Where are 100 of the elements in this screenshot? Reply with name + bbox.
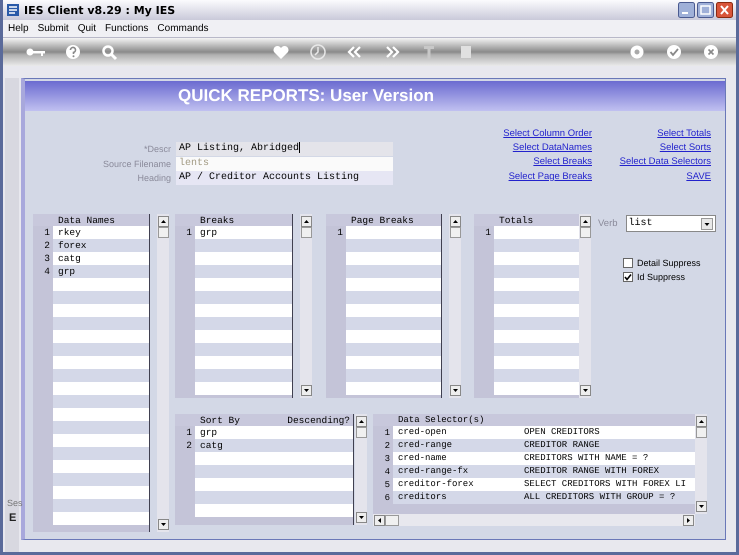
scrollbar[interactable]: [579, 214, 591, 398]
scroll-down-icon[interactable]: [450, 385, 460, 396]
list-item[interactable]: cred-name: [393, 452, 518, 465]
list-item[interactable]: creditor-forex: [393, 478, 518, 491]
scroll-down-icon[interactable]: [580, 385, 590, 396]
list-item[interactable]: [494, 252, 579, 265]
scrollbar[interactable]: [300, 214, 312, 398]
scroll-thumb[interactable]: [580, 227, 590, 238]
list-item[interactable]: [195, 278, 292, 291]
list-item[interactable]: [195, 356, 292, 369]
list-item[interactable]: [346, 317, 441, 330]
scroll-thumb[interactable]: [158, 227, 168, 238]
scroll-up-icon[interactable]: [300, 216, 312, 227]
list-item[interactable]: [346, 304, 441, 317]
link[interactable]: SAVE: [686, 170, 711, 182]
list-item[interactable]: [53, 317, 149, 330]
list-item[interactable]: cred-range-fx: [393, 465, 518, 478]
input-field[interactable]: AP / Creditor Accounts Listing: [176, 171, 393, 186]
list-item[interactable]: [53, 447, 149, 460]
scroll-up-icon[interactable]: [580, 216, 590, 227]
menu-item[interactable]: Commands: [157, 23, 209, 34]
list-item[interactable]: [346, 239, 441, 252]
list-item[interactable]: [53, 512, 149, 525]
scroll-thumb[interactable]: [385, 514, 399, 526]
list-item[interactable]: [346, 291, 441, 304]
list-item[interactable]: [346, 369, 441, 382]
list-item[interactable]: CREDITOR RANGE WITH FOREX: [518, 465, 695, 478]
scroll-down-icon[interactable]: [356, 512, 366, 523]
list-item[interactable]: [195, 343, 292, 356]
list-item[interactable]: OPEN CREDITORS: [518, 426, 695, 439]
list-item[interactable]: [195, 382, 292, 395]
scroll-up-icon[interactable]: [450, 216, 460, 227]
list-item[interactable]: cred-open: [393, 426, 518, 439]
menu-item[interactable]: Quit: [78, 23, 96, 34]
list-item[interactable]: [346, 330, 441, 343]
scroll-down-icon[interactable]: [300, 385, 312, 396]
list-item[interactable]: [53, 421, 149, 434]
list-item[interactable]: [195, 252, 292, 265]
verb-dropdown[interactable]: list: [626, 215, 716, 232]
horizontal-scrollbar[interactable]: [373, 514, 695, 526]
checkbox[interactable]: [623, 272, 633, 282]
list-item[interactable]: [494, 330, 579, 343]
list-item[interactable]: [195, 317, 292, 330]
link[interactable]: Select Data Selectors: [620, 156, 711, 168]
list-item[interactable]: [53, 395, 149, 408]
minimize-icon[interactable]: [678, 2, 695, 18]
list-item[interactable]: [346, 278, 441, 291]
list-item[interactable]: [346, 265, 441, 278]
list-item[interactable]: cred-range: [393, 439, 518, 452]
link[interactable]: Select Breaks: [533, 156, 592, 168]
scroll-up-icon[interactable]: [158, 216, 168, 227]
scroll-right-icon[interactable]: [683, 514, 694, 526]
checkbox[interactable]: [623, 258, 633, 268]
link[interactable]: Select Column Order: [503, 128, 592, 139]
list-item[interactable]: [53, 356, 149, 369]
list-item[interactable]: ALL CREDITORS WITH GROUP = ?: [518, 491, 695, 504]
list-item[interactable]: grp: [53, 265, 149, 278]
scroll-down-icon[interactable]: [158, 519, 168, 530]
scroll-thumb[interactable]: [300, 227, 312, 238]
list-item[interactable]: CREDITORS WITH NAME = ?: [518, 452, 695, 465]
list-item[interactable]: [53, 291, 149, 304]
list-item[interactable]: [494, 239, 579, 252]
link[interactable]: Select Totals: [657, 128, 711, 139]
list-item[interactable]: [494, 356, 579, 369]
close-icon[interactable]: [716, 2, 733, 18]
menu-item[interactable]: Submit: [38, 23, 69, 34]
scroll-thumb[interactable]: [450, 227, 460, 238]
list-item[interactable]: [195, 369, 292, 382]
link[interactable]: Select DataNames: [512, 142, 592, 154]
link[interactable]: Select Page Breaks: [508, 170, 592, 182]
list-item[interactable]: [53, 408, 149, 421]
scroll-thumb[interactable]: [356, 427, 366, 438]
list-item[interactable]: [53, 278, 149, 291]
maximize-icon[interactable]: [697, 2, 714, 18]
list-item[interactable]: [53, 434, 149, 447]
link[interactable]: Select Sorts: [660, 142, 711, 154]
list-item[interactable]: grp: [195, 226, 292, 239]
list-item[interactable]: [346, 356, 441, 369]
list-item[interactable]: CREDITOR RANGE: [518, 439, 695, 452]
list-item[interactable]: [346, 343, 441, 356]
menu-item[interactable]: Functions: [105, 23, 148, 34]
list-item[interactable]: [53, 343, 149, 356]
list-item[interactable]: [53, 304, 149, 317]
list-item[interactable]: [53, 499, 149, 512]
list-item[interactable]: SELECT CREDITORS WITH FOREX LI: [518, 478, 695, 491]
scroll-down-icon[interactable]: [696, 501, 706, 512]
menu-item[interactable]: Help: [8, 23, 29, 34]
list-item[interactable]: [195, 304, 292, 317]
list-item[interactable]: [494, 265, 579, 278]
list-item[interactable]: [346, 252, 441, 265]
scroll-thumb[interactable]: [696, 427, 706, 438]
list-item[interactable]: creditors: [393, 491, 518, 504]
list-item[interactable]: [195, 291, 292, 304]
list-item[interactable]: rkey: [53, 226, 149, 239]
scroll-up-icon[interactable]: [356, 416, 366, 427]
scrollbar[interactable]: [449, 214, 461, 398]
list-item[interactable]: [53, 460, 149, 473]
list-item[interactable]: [195, 265, 292, 278]
list-item[interactable]: [53, 382, 149, 395]
list-item[interactable]: [195, 239, 292, 252]
